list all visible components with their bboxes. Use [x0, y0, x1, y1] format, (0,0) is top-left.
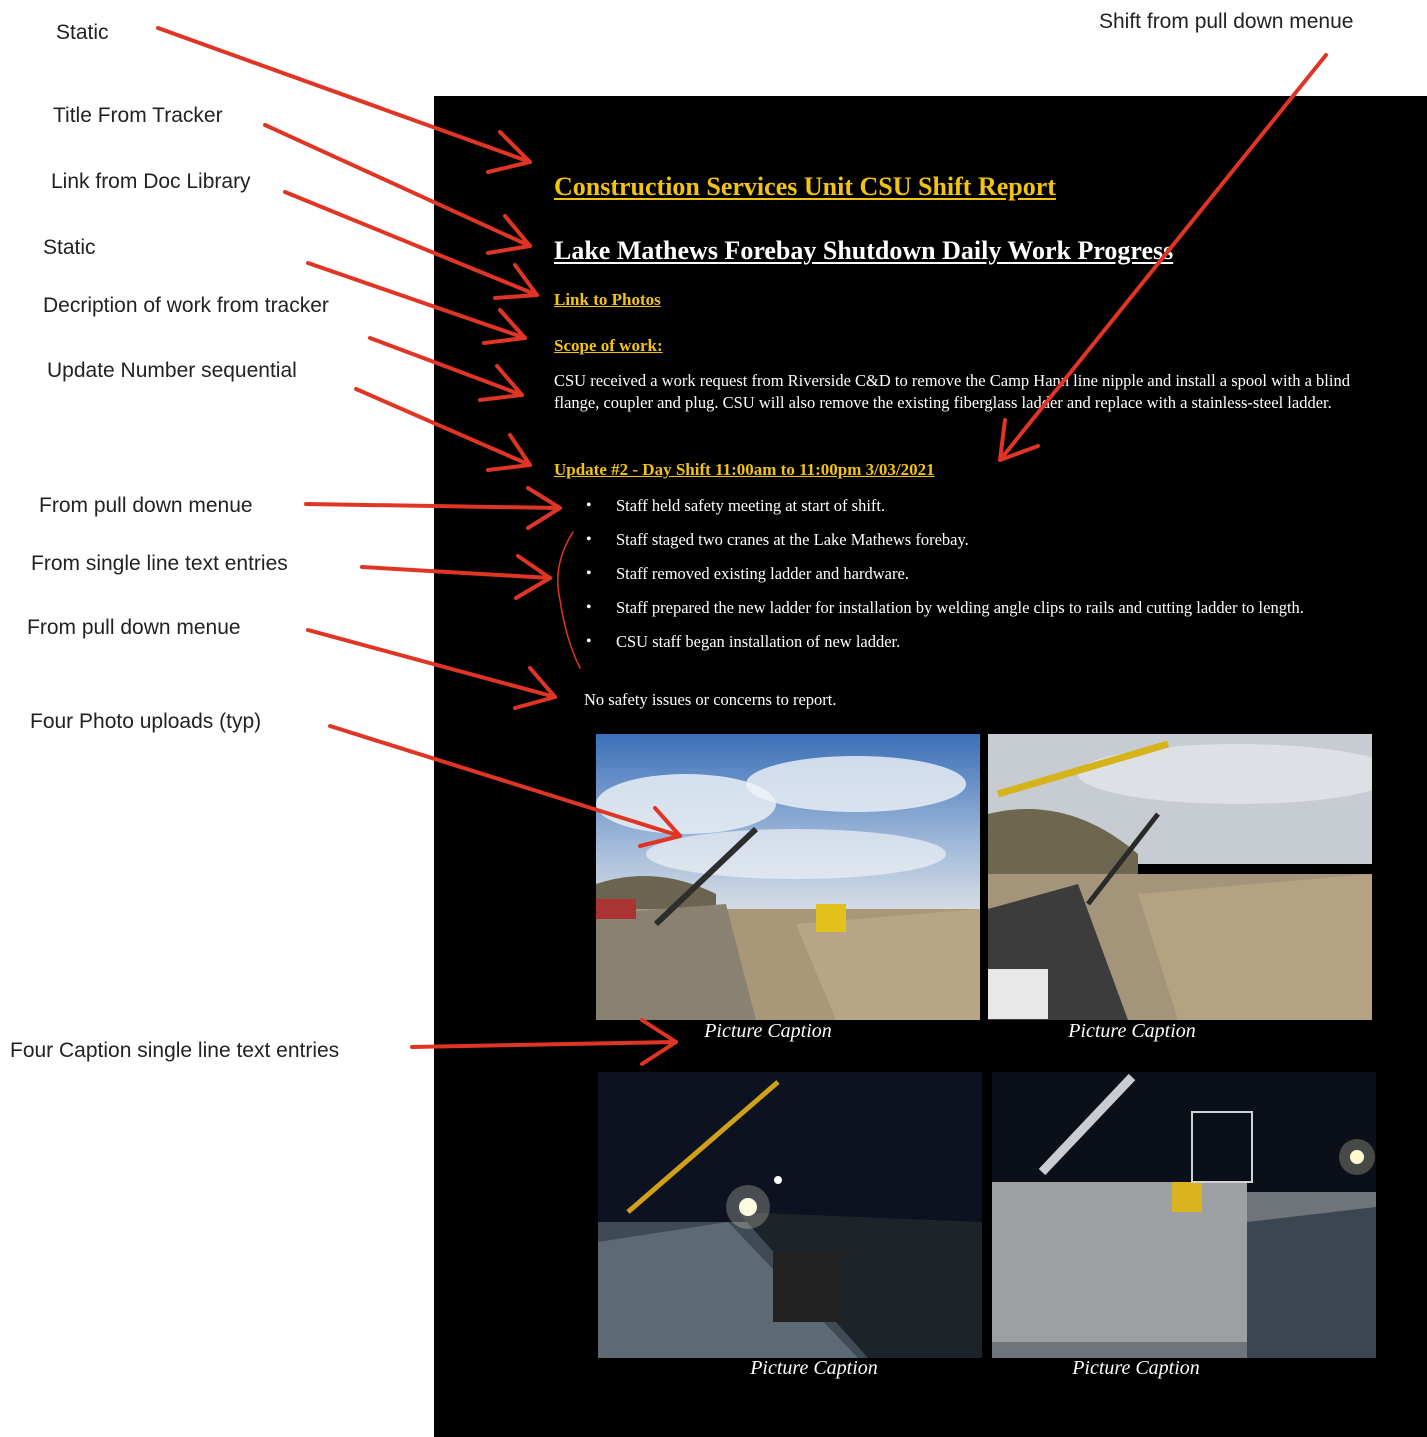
annotation-title-tracker: Title From Tracker	[53, 104, 223, 127]
report-document: Construction Services Unit CSU Shift Rep…	[434, 96, 1427, 1437]
work-item: • Staff held safety meeting at start of s…	[584, 494, 1384, 518]
report-title: Construction Services Unit CSU Shift Rep…	[554, 172, 1056, 201]
update-heading: Update #2 - Day Shift 11:00am to 11:00pm…	[554, 460, 935, 479]
annotation-photo-uploads: Four Photo uploads (typ)	[30, 710, 262, 733]
work-item-text: Staff held safety meeting at start of sh…	[616, 496, 886, 515]
bullet: •	[586, 599, 592, 616]
photo-1-image	[596, 734, 980, 1020]
safety-note: No safety issues or concerns to report.	[584, 690, 837, 709]
photo-2-image	[988, 734, 1372, 1020]
annotation-shift-menu: Shift from pull down menue	[1099, 10, 1354, 33]
bullet: •	[586, 633, 592, 650]
annotation-static-2: Static	[43, 236, 96, 259]
annotation-link-library: Link from Doc Library	[51, 170, 251, 193]
annotation-pulldown-2: From pull down menue	[27, 616, 241, 639]
work-item: • Staff prepared the new ladder for insta…	[584, 596, 1384, 620]
photo-3-image	[598, 1072, 982, 1358]
annotation-static-1: Static	[56, 21, 109, 44]
work-item: • Staff staged two cranes at the Lake Mat…	[584, 528, 1384, 552]
work-item-text: Staff staged two cranes at the Lake Math…	[616, 530, 969, 549]
bullet: •	[586, 497, 592, 514]
annotation-pulldown-1: From pull down menue	[39, 494, 253, 517]
work-item: • CSU staff began installation of new lad…	[584, 630, 1384, 654]
scope-text: CSU received a work request from Riversi…	[554, 371, 1350, 412]
photo-2	[988, 734, 1372, 1020]
photo-4-caption: Picture Caption	[1072, 1357, 1200, 1379]
annotation-caption-entries: Four Caption single line text entries	[10, 1039, 340, 1062]
annotation-single-line: From single line text entries	[31, 552, 288, 575]
project-title: Lake Mathews Forebay Shutdown Daily Work…	[554, 236, 1174, 265]
scope-label: Scope of work:	[554, 336, 663, 355]
photo-2-caption: Picture Caption	[1068, 1020, 1196, 1042]
photo-1-caption: Picture Caption	[704, 1020, 832, 1042]
annotation-update-number: Update Number sequential	[47, 359, 297, 382]
annotation-description-tracker: Decription of work from tracker	[43, 294, 329, 317]
photo-4	[992, 1072, 1376, 1358]
photo-1	[596, 734, 980, 1020]
bullet: •	[586, 531, 592, 548]
photo-4-image	[992, 1072, 1376, 1358]
photos-link[interactable]: Link to Photos	[554, 290, 661, 310]
work-item-text: Staff removed existing ladder and hardwa…	[616, 564, 909, 583]
work-item-text: CSU staff began installation of new ladd…	[616, 632, 901, 651]
photo-3	[598, 1072, 982, 1358]
work-item-text: Staff prepared the new ladder for instal…	[616, 598, 1304, 617]
work-items-list: • Staff held safety meeting at start of s…	[584, 494, 1384, 664]
work-item: • Staff removed existing ladder and hardw…	[584, 562, 1384, 586]
bullet: •	[586, 565, 592, 582]
